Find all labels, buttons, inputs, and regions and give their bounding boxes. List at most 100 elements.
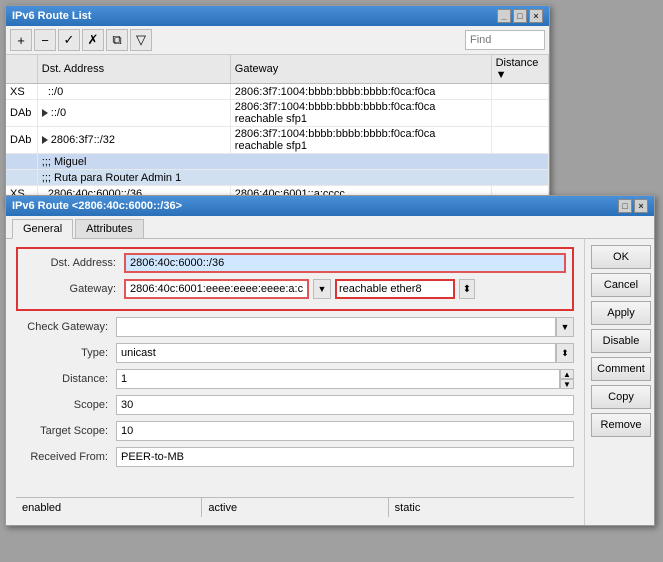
row-dst: ::/0	[37, 84, 230, 100]
gateway-dropdown-button[interactable]: ▼	[313, 279, 331, 299]
ok-button[interactable]: OK	[591, 245, 651, 269]
received-from-row: Received From:	[16, 447, 574, 467]
gateway-suffix-arrow[interactable]: ⬍	[459, 279, 475, 299]
type-row: Type: ⬍	[16, 343, 574, 363]
status-bar: enabled active static	[16, 497, 574, 517]
tab-attributes[interactable]: Attributes	[75, 219, 143, 238]
row-flag: DAb	[6, 127, 37, 154]
scope-input[interactable]	[116, 395, 574, 415]
distance-label: Distance:	[16, 373, 116, 385]
received-from-input[interactable]	[116, 447, 574, 467]
tab-general[interactable]: General	[12, 219, 73, 239]
route-detail-title-bar: IPv6 Route <2806:40c:6000::/36> □ ×	[6, 196, 654, 216]
check-gateway-arrow[interactable]: ▼	[556, 317, 574, 337]
route-detail-window: IPv6 Route <2806:40c:6000::/36> □ × Gene…	[5, 195, 655, 526]
row-flag: DAb	[6, 100, 37, 127]
copy-button[interactable]: Copy	[591, 385, 651, 409]
type-label: Type:	[16, 347, 116, 359]
row-flag	[6, 154, 37, 170]
scope-row: Scope:	[16, 395, 574, 415]
row-flag: XS	[6, 84, 37, 100]
distance-down-arrow[interactable]: ▼	[560, 379, 574, 389]
row-dst: 2806:3f7::/32	[37, 127, 230, 154]
table-row[interactable]: XS ::/0 2806:3f7:1004:bbbb:bbbb:bbbb:f0c…	[6, 84, 549, 100]
received-from-label: Received From:	[16, 451, 116, 463]
type-input[interactable]	[116, 343, 556, 363]
filter-button[interactable]: ▽	[130, 29, 152, 51]
row-gw: 2806:3f7:1004:bbbb:bbbb:bbbb:f0ca:f0ca	[230, 84, 491, 100]
cancel-button[interactable]: Cancel	[591, 273, 651, 297]
type-input-group: ⬍	[116, 343, 574, 363]
check-gateway-label: Check Gateway:	[16, 321, 116, 333]
remove-button[interactable]: −	[34, 29, 56, 51]
check-gateway-row: Check Gateway: ▼	[16, 317, 574, 337]
gateway-input-group: ▼ ⬍	[124, 279, 566, 299]
gateway-input[interactable]	[124, 279, 309, 299]
table-row[interactable]: DAb ::/0 2806:3f7:1004:bbbb:bbbb:bbbb:f0…	[6, 100, 549, 127]
apply-button[interactable]: Apply	[591, 301, 651, 325]
col-header-dist[interactable]: Distance ▼	[491, 55, 548, 84]
route-table-container[interactable]: Dst. Address Gateway Distance ▼ XS ::/0 …	[6, 55, 549, 205]
gateway-suffix-input[interactable]	[335, 279, 455, 299]
copy-toolbar-button[interactable]: ⧉	[106, 29, 128, 51]
status-active: active	[202, 498, 388, 517]
gateway-row: Gateway: ▼ ⬍	[24, 279, 566, 299]
target-scope-input[interactable]	[116, 421, 574, 441]
minimize-button[interactable]: _	[497, 9, 511, 23]
row-gw: 2806:3f7:1004:bbbb:bbbb:bbbb:f0ca:f0ca r…	[230, 100, 491, 127]
cancel-x-button[interactable]: ✗	[82, 29, 104, 51]
row-gw: 2806:3f7:1004:bbbb:bbbb:bbbb:f0ca:f0ca r…	[230, 127, 491, 154]
status-enabled: enabled	[16, 498, 202, 517]
distance-up-arrow[interactable]: ▲	[560, 369, 574, 379]
maximize-button[interactable]: □	[513, 9, 527, 23]
route-list-window: IPv6 Route List _ □ × + − ✓ ✗ ⧉ ▽ Dst. A…	[5, 5, 550, 206]
row-dst: ::/0	[37, 100, 230, 127]
check-gateway-input[interactable]	[116, 317, 556, 337]
route-table: Dst. Address Gateway Distance ▼ XS ::/0 …	[6, 55, 549, 205]
dst-address-label: Dst. Address:	[24, 257, 124, 269]
scope-label: Scope:	[16, 399, 116, 411]
dst-address-input[interactable]	[124, 253, 566, 273]
remove-button[interactable]: Remove	[591, 413, 651, 437]
check-gateway-input-group: ▼	[116, 317, 574, 337]
target-scope-label: Target Scope:	[16, 425, 116, 437]
distance-input-group: ▲ ▼	[116, 369, 574, 389]
detail-title-buttons: □ ×	[618, 199, 648, 213]
find-input[interactable]	[465, 30, 545, 50]
gateway-label: Gateway:	[24, 283, 124, 295]
row-dist	[491, 84, 548, 100]
col-header-gw[interactable]: Gateway	[230, 55, 491, 84]
target-scope-row: Target Scope:	[16, 421, 574, 441]
route-list-title-bar: IPv6 Route List _ □ ×	[6, 6, 549, 26]
distance-input[interactable]	[116, 369, 560, 389]
table-row[interactable]: DAb 2806:3f7::/32 2806:3f7:1004:bbbb:bbb…	[6, 127, 549, 154]
status-static: static	[389, 498, 574, 517]
route-list-title: IPv6 Route List	[12, 10, 91, 22]
add-button[interactable]: +	[10, 29, 32, 51]
row-flag	[6, 170, 37, 186]
col-header-dst[interactable]: Dst. Address	[37, 55, 230, 84]
dst-address-row: Dst. Address:	[24, 253, 566, 273]
table-row[interactable]: ;;; Miguel	[6, 154, 549, 170]
close-button[interactable]: ×	[529, 9, 543, 23]
row-ruta-label: ;;; Ruta para Router Admin 1	[37, 170, 548, 186]
disable-button[interactable]: Disable	[591, 329, 651, 353]
tab-bar: General Attributes	[6, 216, 654, 239]
check-button[interactable]: ✓	[58, 29, 80, 51]
button-panel: OK Cancel Apply Disable Comment Copy Rem…	[584, 239, 654, 525]
form-panel: Dst. Address: Gateway: ▼ ⬍ Check Gateway…	[6, 239, 584, 525]
row-dist	[491, 127, 548, 154]
type-arrow[interactable]: ⬍	[556, 343, 574, 363]
distance-row: Distance: ▲ ▼	[16, 369, 574, 389]
toolbar: + − ✓ ✗ ⧉ ▽	[6, 26, 549, 55]
comment-button[interactable]: Comment	[591, 357, 651, 381]
distance-scroll-arrows: ▲ ▼	[560, 369, 574, 389]
col-header-flag[interactable]	[6, 55, 37, 84]
title-bar-buttons: _ □ ×	[497, 9, 543, 23]
detail-close-button[interactable]: ×	[634, 199, 648, 213]
table-row[interactable]: ;;; Ruta para Router Admin 1	[6, 170, 549, 186]
detail-minimize-button[interactable]: □	[618, 199, 632, 213]
row-group-label: ;;; Miguel	[37, 154, 548, 170]
row-dist	[491, 100, 548, 127]
highlighted-fields-box: Dst. Address: Gateway: ▼ ⬍	[16, 247, 574, 311]
